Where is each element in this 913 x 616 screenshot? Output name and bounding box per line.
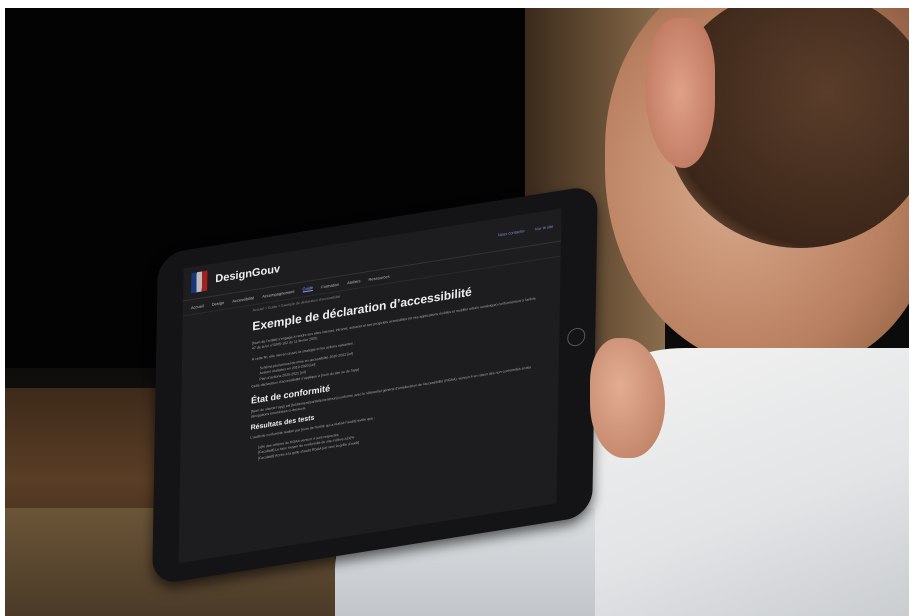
nav-item[interactable]: Accueil: [191, 303, 204, 310]
nav-item[interactable]: Accessibilité: [232, 295, 254, 304]
nav-item[interactable]: Formation: [321, 281, 339, 289]
nav-item-active[interactable]: Guide: [302, 284, 314, 293]
header-link[interactable]: Nous contacter: [498, 228, 525, 237]
tablet-screen: DesignGouv Nous contacter Voir le site A…: [178, 208, 562, 564]
photo: DesignGouv Nous contacter Voir le site A…: [5, 8, 909, 616]
nav-item[interactable]: Accompagnement: [262, 288, 294, 298]
nav-item[interactable]: Ressources: [368, 273, 389, 281]
nav-item[interactable]: Design: [212, 299, 225, 306]
marianne-logo-icon: [191, 270, 208, 294]
header-links: Nous contacter Voir le site: [498, 223, 553, 237]
nav-item[interactable]: Ateliers: [347, 278, 360, 285]
brand-name: DesignGouv: [215, 263, 281, 286]
header-link[interactable]: Voir le site: [535, 223, 554, 231]
home-button-icon: [567, 326, 586, 348]
